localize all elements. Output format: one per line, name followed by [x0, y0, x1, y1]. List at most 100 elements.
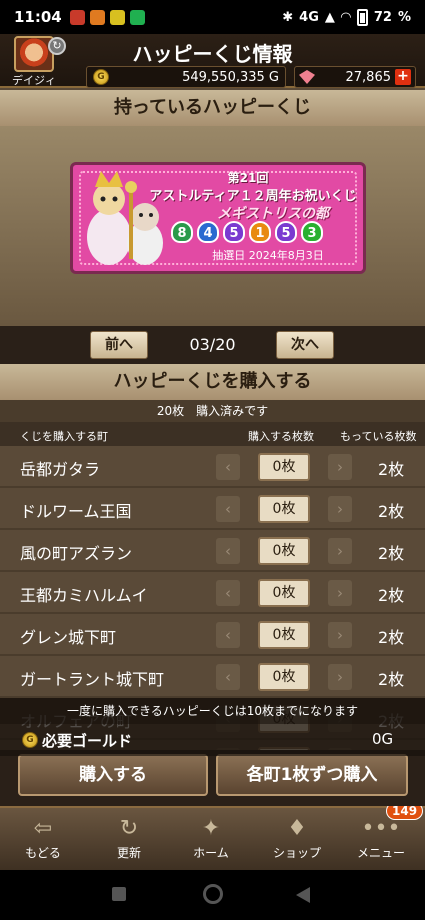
town-row: ドルワーム王国 ‹ 0枚 › 2枚	[0, 488, 425, 530]
decrease-button[interactable]: ‹	[216, 622, 240, 648]
decrease-button[interactable]: ‹	[216, 496, 240, 522]
ticket-numbers: 8 4 5 1 5 3	[171, 221, 323, 243]
ticket-pager: 前へ 03/20 次へ	[0, 326, 425, 364]
town-name: 王都カミハルムイ	[20, 586, 148, 605]
tab-refresh[interactable]: ↻ 更新	[94, 814, 164, 861]
town-row: グレン城下町 ‹ 0枚 › 2枚	[0, 614, 425, 656]
ticket-number: 4	[197, 221, 219, 243]
buy-count: 0枚	[258, 495, 310, 523]
owned-section-title: 持っているハッピーくじ	[0, 90, 425, 126]
tab-home[interactable]: ✦ ホーム	[176, 814, 246, 861]
add-gems-button[interactable]: +	[395, 69, 411, 85]
town-row: 王都カミハルムイ ‹ 0枚 › 2枚	[0, 572, 425, 614]
next-button[interactable]: 次へ	[276, 331, 334, 359]
tab-menu[interactable]: ••• メニュー	[346, 814, 416, 861]
back-icon[interactable]	[296, 887, 310, 903]
ticket-draw-date: 抽選日 2024年8月3日	[212, 249, 324, 262]
purchased-info: 20枚 購入済みです	[0, 400, 425, 422]
ticket-subtitle: メギストリスの都	[217, 206, 329, 222]
home-dragon-icon: ✦	[201, 816, 221, 841]
home-icon[interactable]	[203, 884, 223, 904]
buy-button[interactable]: 購入する	[18, 754, 208, 796]
chat-icon	[129, 9, 145, 25]
buy-count: 0枚	[258, 579, 310, 607]
buy-count: 0枚	[258, 453, 310, 481]
tab-menu-label: メニュー	[356, 846, 405, 860]
increase-button[interactable]: ›	[328, 664, 352, 690]
ticket-number: 8	[171, 221, 193, 243]
bluetooth-icon: ✱	[282, 9, 294, 25]
owned-count: 2枚	[378, 460, 405, 479]
buy-count: 0枚	[258, 537, 310, 565]
ticket-issue: 第21回	[227, 171, 269, 185]
tab-shop-label: ショップ	[272, 846, 321, 860]
refresh-icon: ↻	[119, 816, 139, 841]
ticket-number: 3	[301, 221, 323, 243]
tab-back[interactable]: ⇦ もどる	[8, 814, 78, 861]
increase-button[interactable]: ›	[328, 538, 352, 564]
town-name: ガートラント城下町	[20, 670, 165, 689]
increase-button[interactable]: ›	[328, 454, 352, 480]
purchase-limit-notice: 一度に購入できるハッピーくじは10枚までになります	[0, 698, 425, 724]
town-row: 岳都ガタラ ‹ 0枚 › 2枚	[0, 446, 425, 488]
battery-level: 72	[373, 9, 392, 25]
increase-button[interactable]: ›	[328, 580, 352, 606]
decrease-button[interactable]: ‹	[216, 664, 240, 690]
page-counter: 03/20	[189, 335, 236, 354]
required-gold-label: 必要ゴールド	[42, 732, 133, 750]
column-header: くじを購入する町 購入する枚数 もっている枚数	[0, 422, 425, 446]
ticket-number: 5	[275, 221, 297, 243]
system-nav-bar	[0, 870, 425, 920]
owned-count: 2枚	[378, 586, 405, 605]
ticket-name: アストルティア１２周年お祝いくじ	[149, 189, 357, 204]
header: ↻ デイジィ ハッピーくじ情報 G 549,550,335 G 27,865 +	[0, 34, 425, 88]
owned-panel: 持っているハッピーくじ 第21回 アストルティア１２周年お祝いくじ メギストリス…	[0, 90, 425, 326]
battery-icon	[356, 8, 368, 26]
col-buy: 購入する枚数	[248, 430, 314, 443]
col-town: くじを購入する町	[20, 430, 108, 443]
gem-icon	[299, 70, 315, 84]
lottery-ticket[interactable]: 第21回 アストルティア１２周年お祝いくじ メギストリスの都 8 4 5 1 5…	[70, 162, 366, 274]
tab-bar: ⇦ もどる ↻ 更新 ✦ ホーム ♦ ショップ ••• メニュー 149	[0, 802, 425, 870]
required-gold-value: 0G	[372, 730, 394, 748]
buy-count: 0枚	[258, 663, 310, 691]
gold-value: 549,550,335 G	[182, 69, 279, 85]
tab-shop[interactable]: ♦ ショップ	[262, 814, 332, 861]
recents-icon[interactable]	[112, 887, 126, 901]
ticket-characters-image	[87, 171, 163, 265]
shop-slime-icon: ♦	[287, 816, 307, 841]
tab-refresh-label: 更新	[116, 846, 141, 860]
gem-display: 27,865 +	[294, 66, 416, 88]
town-name: 岳都ガタラ	[20, 460, 101, 479]
town-name: 風の町アズラン	[20, 544, 133, 563]
increase-button[interactable]: ›	[328, 622, 352, 648]
town-name: グレン城下町	[20, 628, 117, 647]
decrease-button[interactable]: ‹	[216, 454, 240, 480]
town-row: 風の町アズラン ‹ 0枚 › 2枚	[0, 530, 425, 572]
wifi-icon: ◠	[340, 9, 351, 25]
buy-section-title: ハッピーくじを購入する	[0, 364, 425, 400]
tab-back-label: もどる	[25, 846, 61, 860]
owned-count: 2枚	[378, 502, 405, 521]
owned-count: 2枚	[378, 670, 405, 689]
required-gold: G 必要ゴールド 0G	[0, 724, 425, 756]
action-bar: 購入する 各町1枚ずつ購入	[0, 750, 425, 806]
back-arrow-icon: ⇦	[33, 816, 53, 841]
status-bar: 11:04 ✱ 4G ▲ ◠ 72%	[0, 0, 425, 34]
increase-button[interactable]: ›	[328, 496, 352, 522]
network-icon: 4G	[299, 9, 319, 25]
gem-value: 27,865	[345, 69, 392, 85]
ticket-number: 1	[249, 221, 271, 243]
owned-count: 2枚	[378, 544, 405, 563]
decrease-button[interactable]: ‹	[216, 538, 240, 564]
game-icon	[109, 9, 125, 25]
buy-count: 0枚	[258, 621, 310, 649]
page-title: ハッピーくじ情報	[132, 42, 293, 66]
gold-display: G 549,550,335 G	[86, 66, 286, 88]
town-name: ドルワーム王国	[20, 502, 132, 521]
decrease-button[interactable]: ‹	[216, 580, 240, 606]
ticket-number: 5	[223, 221, 245, 243]
gold-coin-icon: G	[22, 732, 38, 748]
buy-each-town-button[interactable]: 各町1枚ずつ購入	[216, 754, 408, 796]
col-own: もっている枚数	[340, 430, 417, 443]
